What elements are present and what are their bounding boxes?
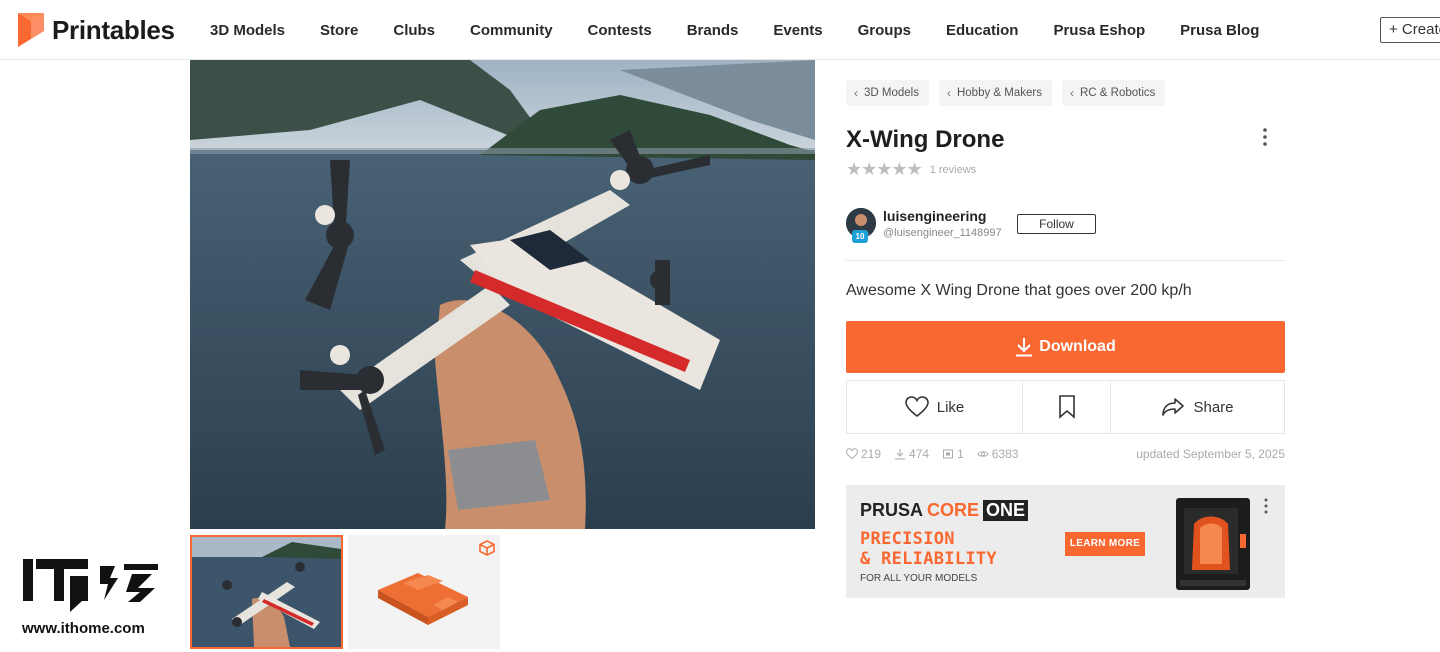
printer-image [1176,498,1250,590]
watermark-url: www.ithome.com [22,620,145,637]
chevron-left-icon: ‹ [946,86,951,100]
ithome-watermark: www.ithome.com [20,556,165,644]
gallery-thumbnail-3d-model[interactable] [348,535,500,649]
ad-learn-more-button[interactable]: LEARN MORE [1065,532,1145,556]
nav-item-clubs[interactable]: Clubs [393,22,435,39]
makes-stat: 1 [942,447,964,461]
author-name[interactable]: luisengineering [883,208,986,224]
downloads-stat: 474 [894,447,929,461]
nav-item-prusa-blog[interactable]: Prusa Blog [1180,22,1259,39]
heart-icon [846,448,858,460]
nav-item-groups[interactable]: Groups [858,22,911,39]
likes-stat: 219 [846,447,881,461]
download-icon [895,449,906,460]
rating-stars: ★★★★★ [846,159,923,179]
nav-item-store[interactable]: Store [320,22,358,39]
main-nav: 3D Models Store Clubs Community Contests… [210,0,1294,60]
action-bar: Like Share [846,380,1285,434]
more-vertical-icon[interactable] [1255,126,1275,148]
divider [846,260,1284,261]
breadcrumb-label: RC & Robotics [1079,87,1156,99]
nav-item-prusa-eshop[interactable]: Prusa Eshop [1053,22,1145,39]
model-stats: 219 474 1 6383 updated September 5, 2025 [846,446,1285,462]
reviews-count: 1 reviews [929,163,977,176]
views-count: 6383 [991,447,1019,461]
makes-count: 1 [957,447,964,461]
ad-tagline-1: PRECISION [860,529,955,549]
ad-brand-prusa: PRUSA [860,500,924,520]
model-summary: Awesome X Wing Drone that goes over 200 … [846,282,1192,299]
author-handle: @luisengineer_1148997 [883,227,1002,239]
download-label: Download [1039,338,1116,355]
download-button[interactable]: Download [846,321,1285,373]
ad-tagline-3: FOR ALL YOUR MODELS [860,573,978,584]
model-main-image[interactable] [190,60,815,529]
likes-count: 219 [861,447,882,461]
download-icon [1016,338,1033,357]
ad-brand: PRUSA CORE ONE [860,500,1029,521]
nav-item-community[interactable]: Community [470,22,553,39]
ad-brand-core: CORE [927,500,980,520]
breadcrumb-3d-models[interactable]: ‹ 3D Models [846,80,929,106]
printables-logo[interactable]: Printables [18,13,175,47]
create-button[interactable]: + Create [1380,17,1440,43]
breadcrumb-label: Hobby & Makers [956,87,1042,99]
heart-icon [904,396,929,418]
user-level-badge: 10 [852,230,868,243]
rating[interactable]: ★★★★★ 1 reviews [846,159,976,180]
cube-icon [479,540,495,556]
nav-item-3d-models[interactable]: 3D Models [210,22,285,39]
top-navigation-bar: Printables 3D Models Store Clubs Communi… [0,0,1440,60]
share-button[interactable]: Share [1111,381,1284,433]
more-vertical-icon[interactable] [1261,497,1271,515]
nav-item-contests[interactable]: Contests [588,22,652,39]
share-label: Share [1193,398,1234,416]
like-label: Like [936,398,965,416]
gallery-thumbnail-photo[interactable] [190,535,343,649]
makes-icon [943,449,954,459]
prusa-core-one-ad[interactable]: PRUSA CORE ONE PRECISION & RELIABILITY F… [846,485,1285,598]
nav-item-events[interactable]: Events [773,22,822,39]
breadcrumb: ‹ 3D Models ‹ Hobby & Makers ‹ RC & Robo… [846,80,1166,106]
drone-photo [190,60,815,529]
bookmark-icon [1058,395,1075,419]
printables-logo-icon [18,13,44,47]
bookmark-button[interactable] [1023,381,1111,433]
breadcrumb-label: 3D Models [864,87,919,99]
views-stat: 6383 [977,447,1019,461]
ad-tagline-2: & RELIABILITY [860,549,997,569]
downloads-count: 474 [909,447,930,461]
ad-brand-one: ONE [983,500,1029,521]
follow-button[interactable]: Follow [1017,214,1096,234]
brand-name: Printables [52,14,175,45]
chevron-left-icon: ‹ [1069,86,1074,100]
breadcrumb-hobby-makers[interactable]: ‹ Hobby & Makers [938,80,1052,106]
eye-icon [977,451,989,457]
share-icon [1162,398,1185,416]
ithome-logo-icon [23,559,158,612]
nav-item-brands[interactable]: Brands [687,22,739,39]
chevron-left-icon: ‹ [854,86,858,100]
breadcrumb-rc-robotics[interactable]: ‹ RC & Robotics [1061,80,1166,106]
like-button[interactable]: Like [847,381,1023,433]
updated-date: updated September 5, 2025 [1136,447,1285,461]
thumbnail-drone-photo [192,537,341,647]
nav-item-education[interactable]: Education [946,22,1019,39]
page-title: X-Wing Drone [846,126,1005,153]
